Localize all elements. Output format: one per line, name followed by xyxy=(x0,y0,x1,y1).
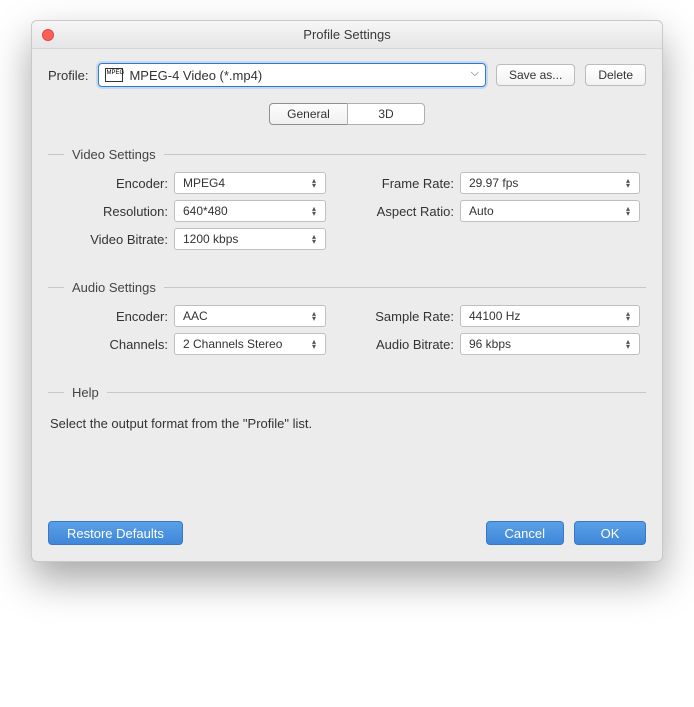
channels-select[interactable]: 2 Channels Stereo ▴▾ xyxy=(174,333,326,355)
help-text: Select the output format from the "Profi… xyxy=(48,410,646,431)
restore-defaults-button[interactable]: Restore Defaults xyxy=(48,521,183,545)
help-group: Help Select the output format from the "… xyxy=(48,385,646,431)
chevron-updown-icon: ▴▾ xyxy=(621,204,635,218)
sample-rate-value: 44100 Hz xyxy=(469,309,520,323)
resolution-select[interactable]: 640*480 ▴▾ xyxy=(174,200,326,222)
sample-rate-label: Sample Rate: xyxy=(340,309,460,324)
chevron-updown-icon: ▴▾ xyxy=(307,204,321,218)
audio-bitrate-select[interactable]: 96 kbps ▴▾ xyxy=(460,333,640,355)
channels-label: Channels: xyxy=(48,337,174,352)
group-header: Audio Settings xyxy=(48,280,646,295)
resolution-value: 640*480 xyxy=(183,204,228,218)
frame-rate-label: Frame Rate: xyxy=(340,176,460,191)
chevron-updown-icon: ▴▾ xyxy=(307,337,321,351)
profile-value: MPEG-4 Video (*.mp4) xyxy=(129,68,262,83)
audio-settings-title: Audio Settings xyxy=(72,280,156,295)
resolution-label: Resolution: xyxy=(48,204,174,219)
audio-encoder-select[interactable]: AAC ▴▾ xyxy=(174,305,326,327)
cancel-button[interactable]: Cancel xyxy=(486,521,564,545)
window-title: Profile Settings xyxy=(32,27,662,42)
chevron-updown-icon: ▴▾ xyxy=(621,176,635,190)
chevron-updown-icon: ▴▾ xyxy=(307,232,321,246)
audio-bitrate-label: Audio Bitrate: xyxy=(340,337,460,352)
aspect-ratio-value: Auto xyxy=(469,204,494,218)
video-bitrate-value: 1200 kbps xyxy=(183,232,238,246)
aspect-ratio-label: Aspect Ratio: xyxy=(340,204,460,219)
delete-button[interactable]: Delete xyxy=(585,64,646,86)
tabs: General 3D xyxy=(48,103,646,125)
tab-3d[interactable]: 3D xyxy=(347,103,425,125)
audio-encoder-label: Encoder: xyxy=(48,309,174,324)
group-header: Video Settings xyxy=(48,147,646,162)
footer: Restore Defaults Cancel OK xyxy=(48,521,646,545)
profile-label: Profile: xyxy=(48,68,88,83)
tab-general[interactable]: General xyxy=(269,103,347,125)
audio-bitrate-value: 96 kbps xyxy=(469,337,511,351)
channels-value: 2 Channels Stereo xyxy=(183,337,282,351)
video-settings-title: Video Settings xyxy=(72,147,156,162)
video-bitrate-select[interactable]: 1200 kbps ▴▾ xyxy=(174,228,326,250)
titlebar: Profile Settings xyxy=(32,21,662,49)
audio-settings-group: Audio Settings Encoder: AAC ▴▾ Sample Ra… xyxy=(48,280,646,355)
group-header: Help xyxy=(48,385,646,400)
video-bitrate-label: Video Bitrate: xyxy=(48,232,174,247)
chevron-down-icon: ⌵ xyxy=(471,68,479,79)
ok-button[interactable]: OK xyxy=(574,521,646,545)
save-as-button[interactable]: Save as... xyxy=(496,64,575,86)
video-encoder-label: Encoder: xyxy=(48,176,174,191)
aspect-ratio-select[interactable]: Auto ▴▾ xyxy=(460,200,640,222)
profile-settings-window: Profile Settings Profile: MPEG MPEG-4 Vi… xyxy=(31,20,663,562)
frame-rate-value: 29.97 fps xyxy=(469,176,518,190)
chevron-updown-icon: ▴▾ xyxy=(307,176,321,190)
audio-encoder-value: AAC xyxy=(183,309,208,323)
sample-rate-select[interactable]: 44100 Hz ▴▾ xyxy=(460,305,640,327)
chevron-updown-icon: ▴▾ xyxy=(307,309,321,323)
profile-row: Profile: MPEG MPEG-4 Video (*.mp4) ⌵ Sav… xyxy=(48,63,646,87)
chevron-updown-icon: ▴▾ xyxy=(621,337,635,351)
frame-rate-select[interactable]: 29.97 fps ▴▾ xyxy=(460,172,640,194)
video-settings-group: Video Settings Encoder: MPEG4 ▴▾ Frame R… xyxy=(48,147,646,250)
chevron-updown-icon: ▴▾ xyxy=(621,309,635,323)
video-encoder-value: MPEG4 xyxy=(183,176,225,190)
help-title: Help xyxy=(72,385,99,400)
mpeg-icon: MPEG xyxy=(105,68,123,82)
profile-select[interactable]: MPEG MPEG-4 Video (*.mp4) ⌵ xyxy=(98,63,485,87)
video-encoder-select[interactable]: MPEG4 ▴▾ xyxy=(174,172,326,194)
content-area: Profile: MPEG MPEG-4 Video (*.mp4) ⌵ Sav… xyxy=(32,49,662,561)
